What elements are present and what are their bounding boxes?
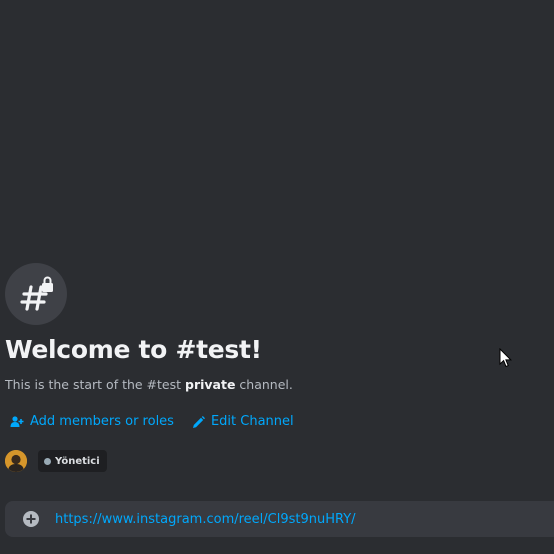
add-attachment-button[interactable] xyxy=(20,508,42,530)
edit-channel-label: Edit Channel xyxy=(210,414,294,429)
role-badge[interactable]: Yönetici xyxy=(38,450,107,472)
intro-suffix: channel. xyxy=(235,377,293,392)
chat-area: Welcome to #test! This is the start of t… xyxy=(0,0,554,554)
message-input[interactable]: https://www.instagram.com/reel/Cl9st9nuH… xyxy=(55,512,356,527)
intro-prefix: This is the start of the #test xyxy=(5,377,186,392)
channel-hash-lock-icon xyxy=(5,263,67,325)
channel-members: Yönetici xyxy=(5,450,107,472)
plus-circle-icon xyxy=(23,511,39,527)
message-composer: https://www.instagram.com/reel/Cl9st9nuH… xyxy=(5,501,554,537)
intro-private: private xyxy=(185,377,236,392)
add-user-icon xyxy=(10,416,24,427)
welcome-title: Welcome to #test! xyxy=(5,335,262,364)
channel-actions: Add members or roles Edit Channel xyxy=(10,413,294,431)
avatar[interactable] xyxy=(5,450,27,472)
pencil-icon xyxy=(192,415,205,428)
role-color-dot xyxy=(44,457,51,465)
channel-intro-text: This is the start of the #test private c… xyxy=(5,376,293,394)
edit-channel-button[interactable]: Edit Channel xyxy=(192,413,294,431)
mouse-cursor-icon xyxy=(499,348,512,368)
add-members-button[interactable]: Add members or roles xyxy=(10,413,174,431)
add-members-label: Add members or roles xyxy=(30,414,174,429)
role-label: Yönetici xyxy=(55,455,100,467)
